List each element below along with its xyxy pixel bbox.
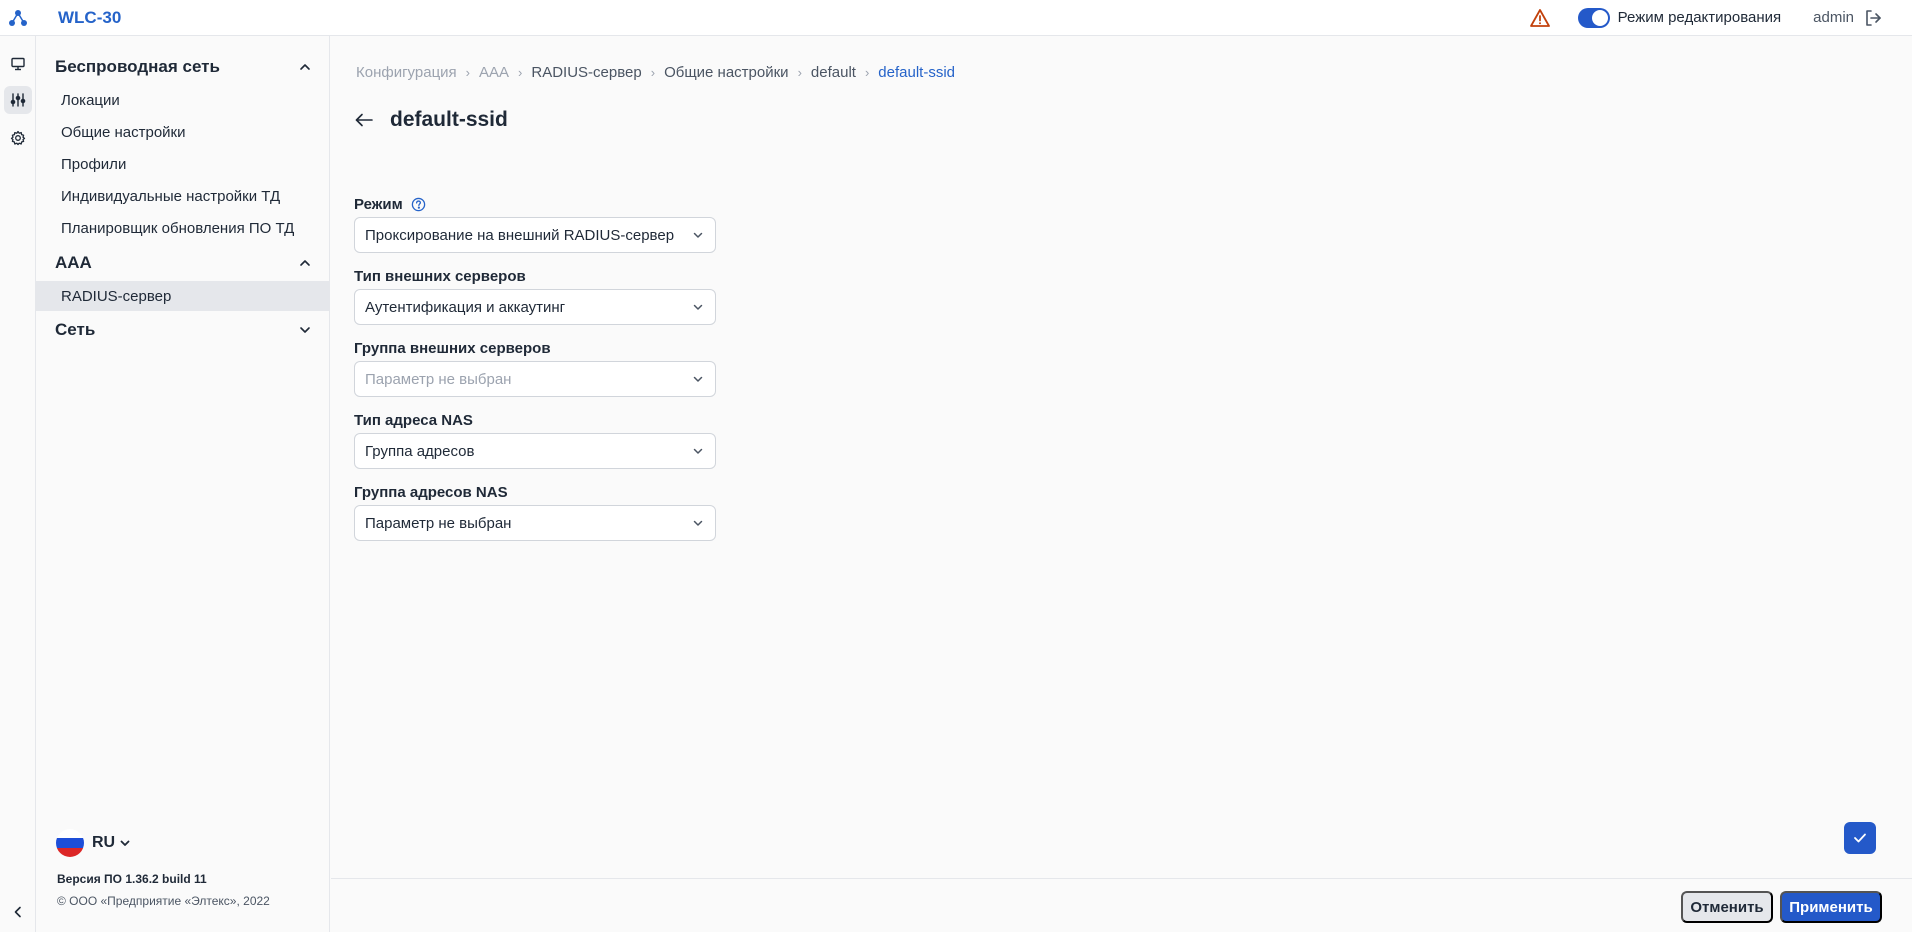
chevron-down-icon bbox=[693, 232, 703, 238]
server-group-select-placeholder: Параметр не выбран bbox=[365, 370, 512, 388]
server-type-select-value: Аутентификация и аккаутинг bbox=[365, 298, 566, 316]
app-title[interactable]: WLC-30 bbox=[58, 8, 121, 28]
chevron-down-icon bbox=[120, 840, 130, 846]
breadcrumb-general-settings[interactable]: Общие настройки bbox=[664, 64, 789, 81]
nas-group-select[interactable]: Параметр не выбран bbox=[354, 505, 716, 541]
mode-label: Режим bbox=[354, 196, 427, 213]
copyright: © ООО «Предприятие «Элтекс», 2022 bbox=[57, 894, 270, 908]
sidebar-item-profiles[interactable]: Профили bbox=[36, 149, 329, 179]
chevron-down-icon bbox=[300, 327, 310, 333]
mode-label-text: Режим bbox=[354, 196, 403, 213]
breadcrumb-aaa[interactable]: AAA bbox=[479, 64, 509, 81]
chevron-right-icon: › bbox=[797, 65, 802, 80]
check-icon bbox=[1854, 833, 1866, 843]
nas-type-label-text: Тип адреса NAS bbox=[354, 412, 473, 429]
back-arrow-icon[interactable] bbox=[354, 110, 374, 130]
sidebar-section-wireless[interactable]: Беспроводная сеть bbox=[36, 52, 329, 82]
help-icon[interactable] bbox=[411, 197, 427, 213]
sidebar-section-title: Сеть bbox=[55, 320, 96, 339]
icon-rail bbox=[0, 36, 36, 932]
server-type-label-text: Тип внешних серверов bbox=[354, 268, 526, 285]
sidebar-section-title: Беспроводная сеть bbox=[55, 57, 220, 76]
sidebar: Беспроводная сеть Локации Общие настройк… bbox=[36, 36, 330, 932]
chevron-right-icon: › bbox=[650, 65, 656, 80]
chevron-down-icon bbox=[693, 520, 703, 526]
breadcrumb: Конфигурация › AAA › RADIUS-сервер › Общ… bbox=[356, 64, 955, 81]
sidebar-item-label: RADIUS-сервер bbox=[61, 287, 172, 305]
breadcrumb-current: default-ssid bbox=[878, 64, 956, 81]
page-title: default-ssid bbox=[390, 108, 508, 131]
top-bar: WLC-30 Режим редактирования admin bbox=[0, 0, 1912, 36]
chevron-right-icon: › bbox=[465, 65, 471, 80]
language-selector[interactable]: RU bbox=[56, 829, 131, 857]
user-name[interactable]: admin bbox=[1813, 9, 1854, 26]
server-type-select[interactable]: Аутентификация и аккаутинг bbox=[354, 289, 716, 325]
server-group-select[interactable]: Параметр не выбран bbox=[354, 361, 716, 397]
logo-icon[interactable] bbox=[0, 0, 36, 36]
sidebar-item-individual-ap-settings[interactable]: Индивидуальные настройки ТД bbox=[36, 181, 329, 211]
nas-type-select-value: Группа адресов bbox=[365, 442, 475, 460]
edit-mode-toggle[interactable] bbox=[1577, 7, 1610, 28]
sidebar-item-label: Общие настройки bbox=[61, 123, 186, 141]
nas-type-label: Тип адреса NAS bbox=[354, 412, 473, 429]
footer-bar: Отменить Применить bbox=[331, 878, 1912, 932]
server-group-label-text: Группа внешних серверов bbox=[354, 340, 551, 357]
firmware-version: Версия ПО 1.36.2 build 11 bbox=[57, 872, 207, 886]
mode-select[interactable]: Проксирование на внешний RADIUS-сервер bbox=[354, 217, 716, 253]
sidebar-item-label: Профили bbox=[61, 155, 127, 173]
apply-button[interactable]: Применить bbox=[1780, 891, 1882, 923]
language-code: RU bbox=[92, 834, 116, 851]
nas-group-label: Группа адресов NAS bbox=[354, 484, 508, 501]
sidebar-item-locations[interactable]: Локации bbox=[36, 85, 329, 115]
collapse-sidebar-icon[interactable] bbox=[10, 904, 26, 920]
nas-group-select-value: Параметр не выбран bbox=[365, 514, 512, 532]
sidebar-section-title: AAA bbox=[55, 253, 92, 272]
breadcrumb-radius-server[interactable]: RADIUS-сервер bbox=[531, 64, 641, 81]
breadcrumb-configuration[interactable]: Конфигурация bbox=[356, 64, 457, 81]
sidebar-item-general-settings[interactable]: Общие настройки bbox=[36, 117, 329, 147]
breadcrumb-default[interactable]: default bbox=[811, 64, 856, 81]
confirm-check-button[interactable] bbox=[1844, 822, 1876, 854]
mode-select-value: Проксирование на внешний RADIUS-сервер bbox=[365, 226, 675, 244]
nas-group-label-text: Группа адресов NAS bbox=[354, 484, 508, 501]
monitor-icon[interactable] bbox=[4, 50, 32, 78]
flag-ru-icon bbox=[56, 829, 84, 857]
chevron-down-icon bbox=[693, 304, 703, 310]
chevron-up-icon bbox=[300, 64, 310, 70]
chevron-down-icon bbox=[693, 376, 703, 382]
warning-icon[interactable] bbox=[1528, 6, 1552, 30]
cancel-button[interactable]: Отменить bbox=[1681, 891, 1773, 923]
server-type-label: Тип внешних серверов bbox=[354, 268, 526, 285]
sidebar-section-network[interactable]: Сеть bbox=[36, 315, 329, 345]
server-group-label: Группа внешних серверов bbox=[354, 340, 551, 357]
chevron-right-icon: › bbox=[864, 65, 870, 80]
sidebar-item-ap-update-scheduler[interactable]: Планировщик обновления ПО ТД bbox=[36, 213, 329, 243]
sidebar-item-label: Индивидуальные настройки ТД bbox=[61, 187, 281, 205]
edit-mode-label: Режим редактирования bbox=[1617, 9, 1782, 26]
chevron-up-icon bbox=[300, 260, 310, 266]
gear-icon[interactable] bbox=[4, 124, 32, 152]
chevron-down-icon bbox=[693, 448, 703, 454]
page-header: default-ssid bbox=[354, 108, 508, 132]
sidebar-item-radius-server[interactable]: RADIUS-сервер bbox=[36, 281, 329, 311]
sidebar-item-label: Локации bbox=[61, 91, 120, 109]
nas-type-select[interactable]: Группа адресов bbox=[354, 433, 716, 469]
sliders-icon[interactable] bbox=[4, 86, 32, 114]
sidebar-item-label: Планировщик обновления ПО ТД bbox=[61, 219, 295, 237]
sidebar-section-aaa[interactable]: AAA bbox=[36, 248, 329, 278]
chevron-right-icon: › bbox=[518, 65, 523, 80]
logout-icon[interactable] bbox=[1862, 7, 1884, 29]
